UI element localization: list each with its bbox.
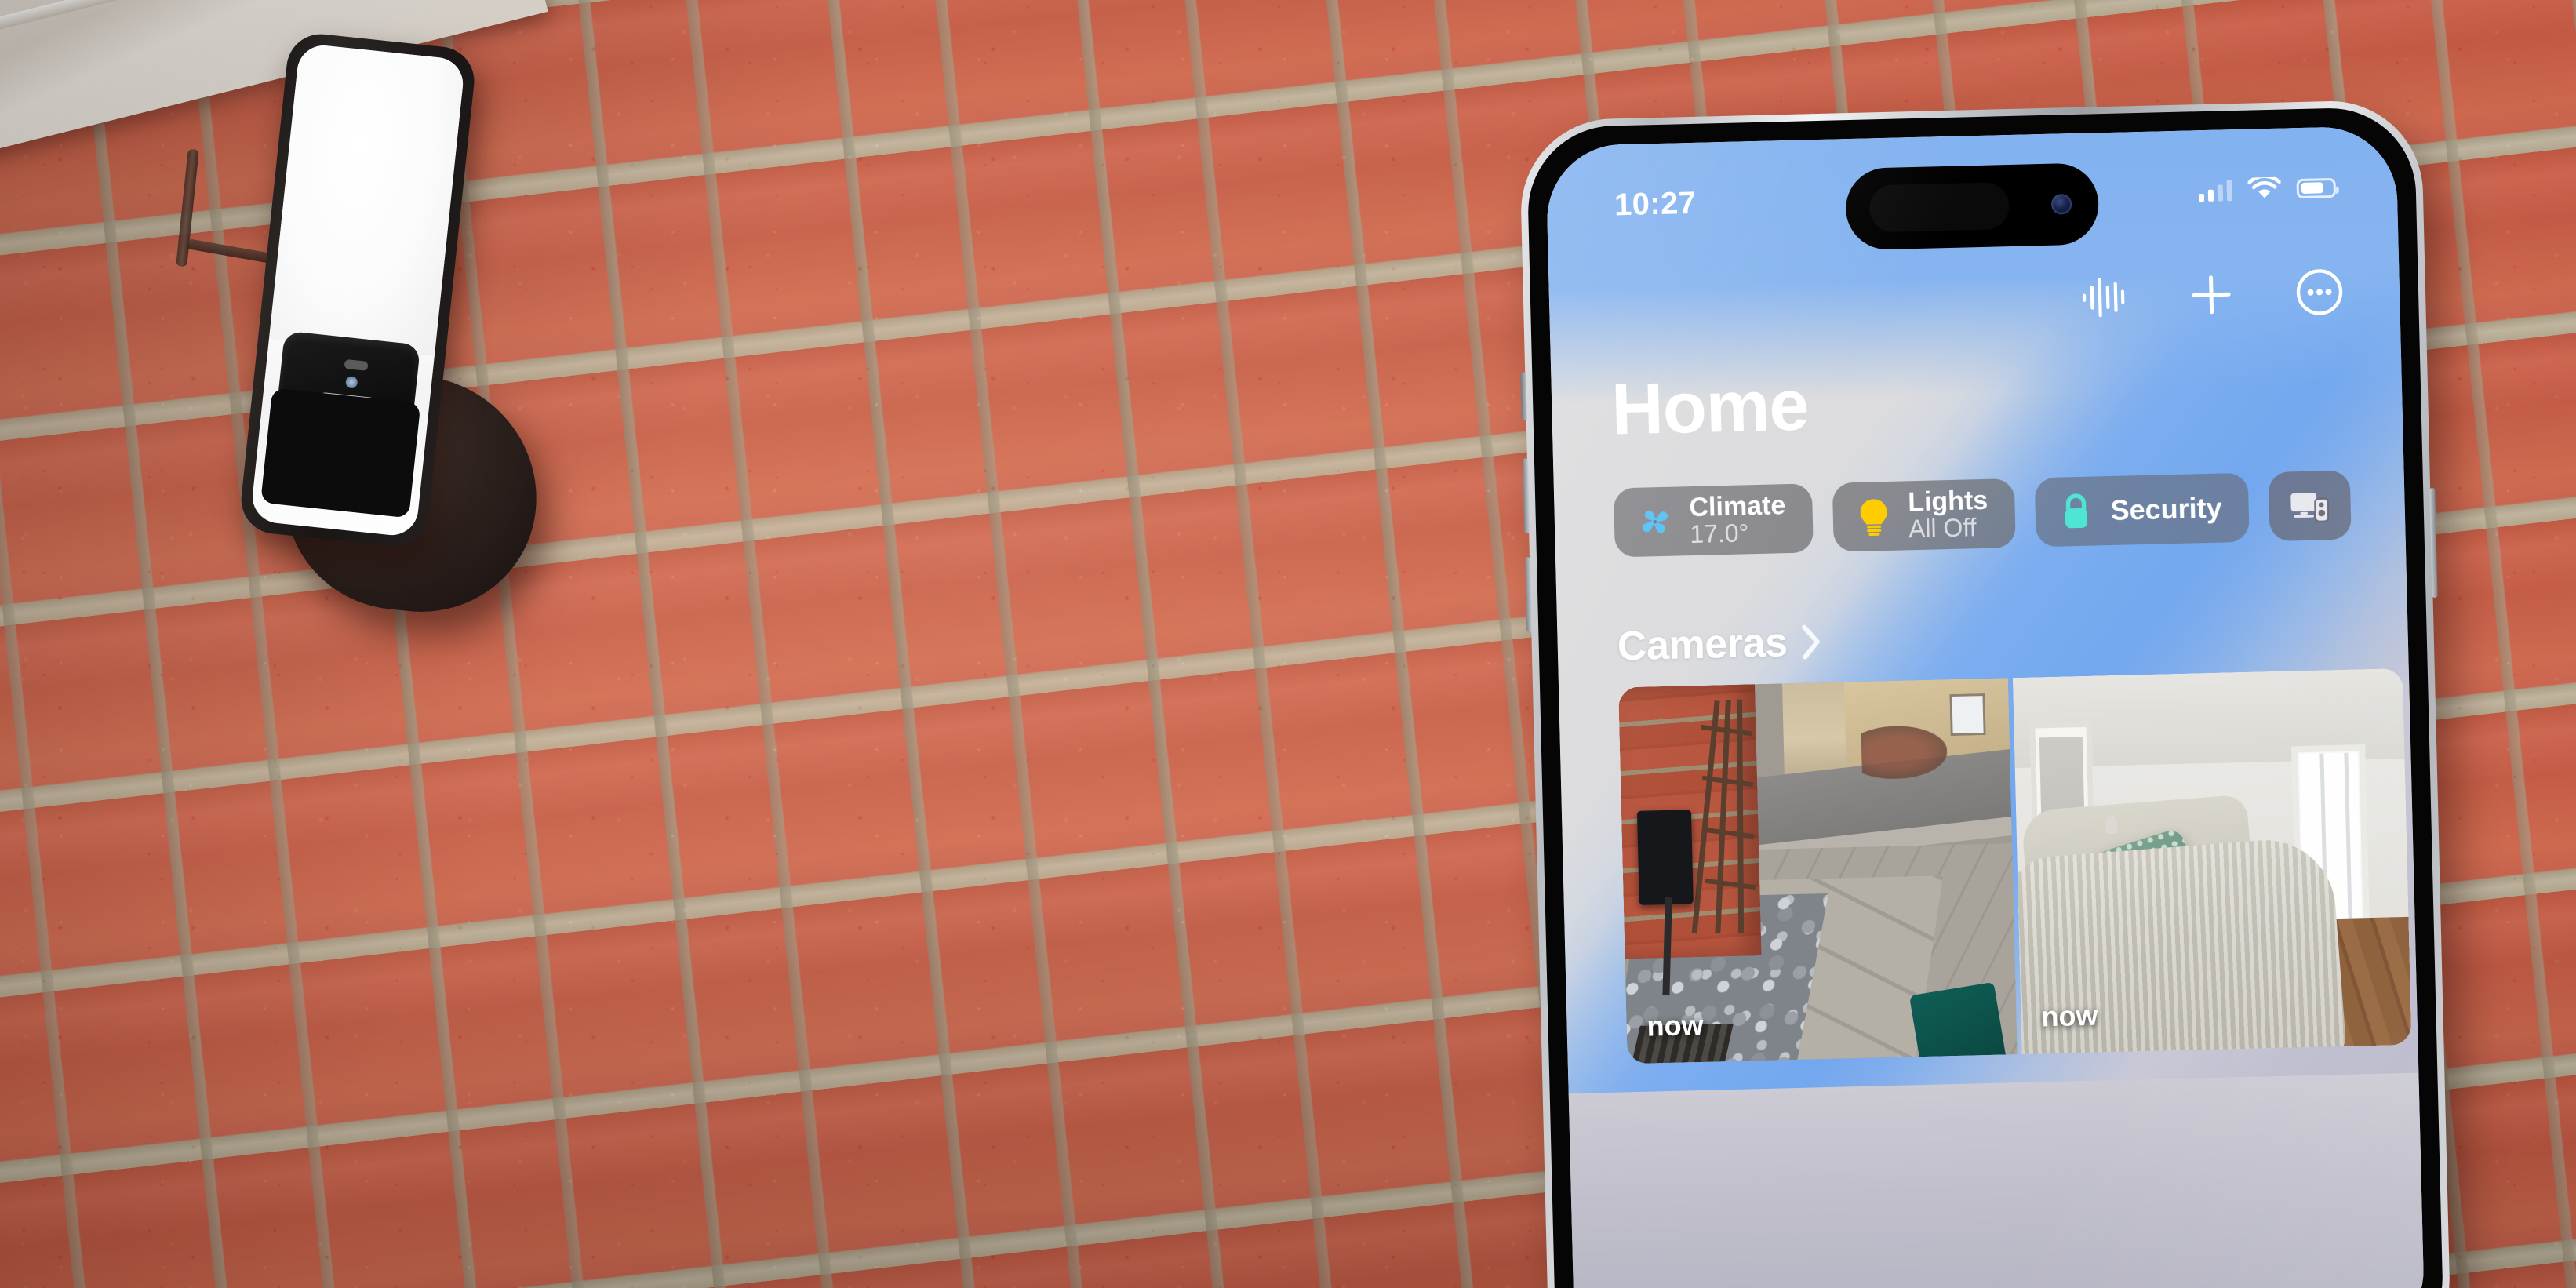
lock-icon [2055,490,2097,532]
camera-timestamp-label: now [1646,1008,1705,1042]
pill-lights-title: Lights [1907,485,1988,518]
page-title: Home [1610,365,1810,450]
volume-down-button[interactable] [1524,557,1533,633]
camera-tile-grid: now now [1618,668,2412,1064]
outdoor-camera-feed [1618,678,2018,1064]
action-button[interactable] [1520,372,1527,421]
pill-climate-subtitle: 17.0° [1689,518,1749,549]
camera-timestamp-label: now [2040,999,2098,1033]
status-led-icon [344,375,358,389]
pir-sensor-icon [344,359,369,372]
status-bar-indicators [2198,176,2337,202]
floodlight-panel [268,42,466,357]
cameras-section-header[interactable]: Cameras [1617,618,1822,670]
camera-lower-dark-panel [260,387,421,518]
wifi-icon [2247,176,2282,198]
camera-tile-indoor[interactable]: now [2012,668,2412,1054]
dynamic-island[interactable] [1844,162,2100,251]
tv-speaker-icon [2289,485,2330,526]
pill-climate-title: Climate [1689,490,1786,523]
ellipsis-circle-icon[interactable] [2294,267,2345,318]
plus-icon[interactable] [2185,269,2237,321]
security-floodlight-camera [162,15,553,624]
pill-security[interactable]: Security [2034,472,2250,548]
indoor-camera-feed [2012,668,2412,1054]
camera-front-panel [249,42,466,538]
waveform-icon[interactable] [2077,271,2129,323]
home-toolbar [2077,267,2345,323]
pill-climate[interactable]: Climate 17.0° [1613,483,1814,558]
pill-lights[interactable]: Lights All Off [1832,478,2016,552]
fan-icon [1634,501,1675,543]
iphone-device: 10:27 Home Climate 17.0° Lights All Off … [1519,99,2466,1288]
pill-speakers-tvs[interactable] [2268,470,2352,542]
phone-titanium-frame: 10:27 Home Climate 17.0° Lights All Off … [1519,99,2452,1288]
pill-climate-text: Climate 17.0° [1689,490,1787,549]
feed-green-bin [1908,981,2007,1064]
pill-lights-subtitle: All Off [1908,513,1977,544]
chevron-right-icon[interactable] [1801,624,1822,660]
pill-lights-text: Lights All Off [1907,485,1989,544]
phone-screen[interactable]: 10:27 Home Climate 17.0° Lights All Off … [1545,125,2425,1288]
volume-up-button[interactable] [1522,458,1530,534]
camera-tile-outdoor[interactable]: now [1618,678,2018,1064]
status-bar-clock: 10:27 [1614,185,1697,222]
cellular-signal-icon [2198,179,2233,202]
front-camera-icon [2050,194,2072,215]
feed-shrub [1861,724,1948,780]
cameras-section-title: Cameras [1617,620,1788,670]
phone-bezel: 10:27 Home Climate 17.0° Lights All Off … [1526,106,2445,1288]
feed-trellis [1691,699,1757,934]
battery-icon [2296,177,2337,198]
screen-lower-area [1568,1072,2425,1288]
pill-security-text: Security [2110,491,2223,526]
feed-wall-box [1636,810,1694,906]
lightbulb-icon [1853,496,1894,537]
pill-security-title: Security [2110,491,2223,526]
feed-house-window [1949,693,1986,737]
